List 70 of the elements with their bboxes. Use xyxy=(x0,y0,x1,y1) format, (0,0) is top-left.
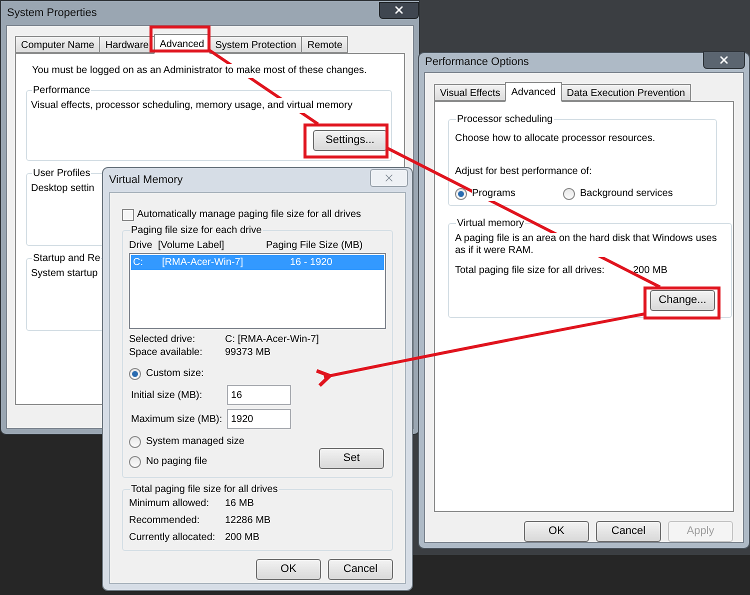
tab[interactable]: Data Execution Prevention xyxy=(560,84,692,101)
group-title: Paging file size for each drive xyxy=(130,224,263,238)
checkbox[interactable] xyxy=(122,208,134,220)
paging-size: 16 - 1920 xyxy=(289,256,332,270)
dialog-button[interactable]: OK xyxy=(256,559,321,580)
window-title: System Properties xyxy=(7,6,97,21)
column-header: Paging File Size (MB) xyxy=(266,239,363,253)
window-title: Virtual Memory xyxy=(109,172,183,188)
total-value: 200 MB xyxy=(225,531,260,545)
tab[interactable]: Visual Effects xyxy=(434,84,506,101)
total-label: Currently allocated: xyxy=(129,531,216,545)
total-value: 16 MB xyxy=(225,497,254,511)
dialog-button[interactable]: Cancel xyxy=(596,521,661,542)
group-title: Processor scheduling xyxy=(456,113,554,127)
checkbox-label: Automatically manage paging file size for all drives xyxy=(137,208,361,222)
column-header: Drive xyxy=(129,239,154,253)
column-header: [Volume Label] xyxy=(158,239,226,253)
close-icon xyxy=(383,172,395,184)
settings-button[interactable]: Settings... xyxy=(313,130,387,151)
radio-button[interactable] xyxy=(563,188,575,200)
volume-label: [RMA-Acer-Win-7] xyxy=(162,256,244,270)
field-label: Maximum size (MB): xyxy=(131,412,224,426)
administrator-notice: You must be logged on as an Administrator to make most of these changes. xyxy=(32,64,367,78)
field-label: Initial size (MB): xyxy=(131,388,204,402)
close-button[interactable] xyxy=(379,2,419,18)
radio-label: Custom size: xyxy=(146,367,204,381)
group-title: Virtual memory xyxy=(456,217,526,231)
group-description: Choose how to allocate processor resources. xyxy=(455,132,656,146)
window-title: Performance Options xyxy=(425,55,529,70)
change-button[interactable]: Change... xyxy=(650,290,715,311)
radio-label: Background services xyxy=(580,186,673,201)
detail-value: C: [RMA-Acer-Win-7] xyxy=(225,333,319,347)
input-field[interactable]: 1920 xyxy=(227,409,291,429)
close-icon xyxy=(718,54,730,66)
group-title: Performance xyxy=(32,84,92,98)
highlight-rectangle xyxy=(150,26,210,52)
radio-label: No paging file xyxy=(146,455,208,469)
adjust-label: Adjust for best performance of: xyxy=(455,165,593,179)
total-value: 200 MB xyxy=(632,264,668,278)
group-title: User Profiles xyxy=(32,167,92,181)
total-label: Total paging file size for all drives: xyxy=(455,264,606,278)
group-description: Desktop settin xyxy=(31,181,94,196)
tab[interactable]: Hardware xyxy=(99,36,155,53)
drive-letter: C: xyxy=(133,256,144,270)
close-icon xyxy=(393,4,405,16)
tab[interactable]: Computer Name xyxy=(15,36,100,53)
set-button[interactable]: Set xyxy=(319,448,384,469)
group-title: Startup and Re xyxy=(32,252,102,266)
dialog-button[interactable]: OK xyxy=(524,521,589,542)
input-field[interactable]: 16 xyxy=(227,385,291,405)
group-description: System startup xyxy=(31,266,98,281)
total-label: Recommended: xyxy=(129,514,201,528)
radio-button[interactable] xyxy=(129,368,141,380)
total-value: 12286 MB xyxy=(225,514,271,528)
total-label: Minimum allowed: xyxy=(129,497,210,511)
close-button[interactable] xyxy=(703,50,745,68)
detail-label: Space available: xyxy=(129,346,204,360)
detail-label: Selected drive: xyxy=(129,333,196,347)
detail-value: 99373 MB xyxy=(225,346,271,360)
radio-label: System managed size xyxy=(146,435,244,449)
tab[interactable]: Advanced xyxy=(505,82,562,102)
tab[interactable]: Remote xyxy=(301,36,348,53)
radio-button[interactable] xyxy=(455,188,467,200)
dialog-button[interactable]: Cancel xyxy=(328,559,393,580)
group-description: Visual effects, processor scheduling, memory usage, and virtual memory xyxy=(31,98,352,113)
group-title: Total paging file size for all drives xyxy=(130,483,279,497)
radio-button[interactable] xyxy=(129,436,141,448)
radio-button[interactable] xyxy=(129,456,141,468)
radio-label: Programs xyxy=(472,186,516,201)
tab[interactable]: System Protection xyxy=(209,36,302,53)
